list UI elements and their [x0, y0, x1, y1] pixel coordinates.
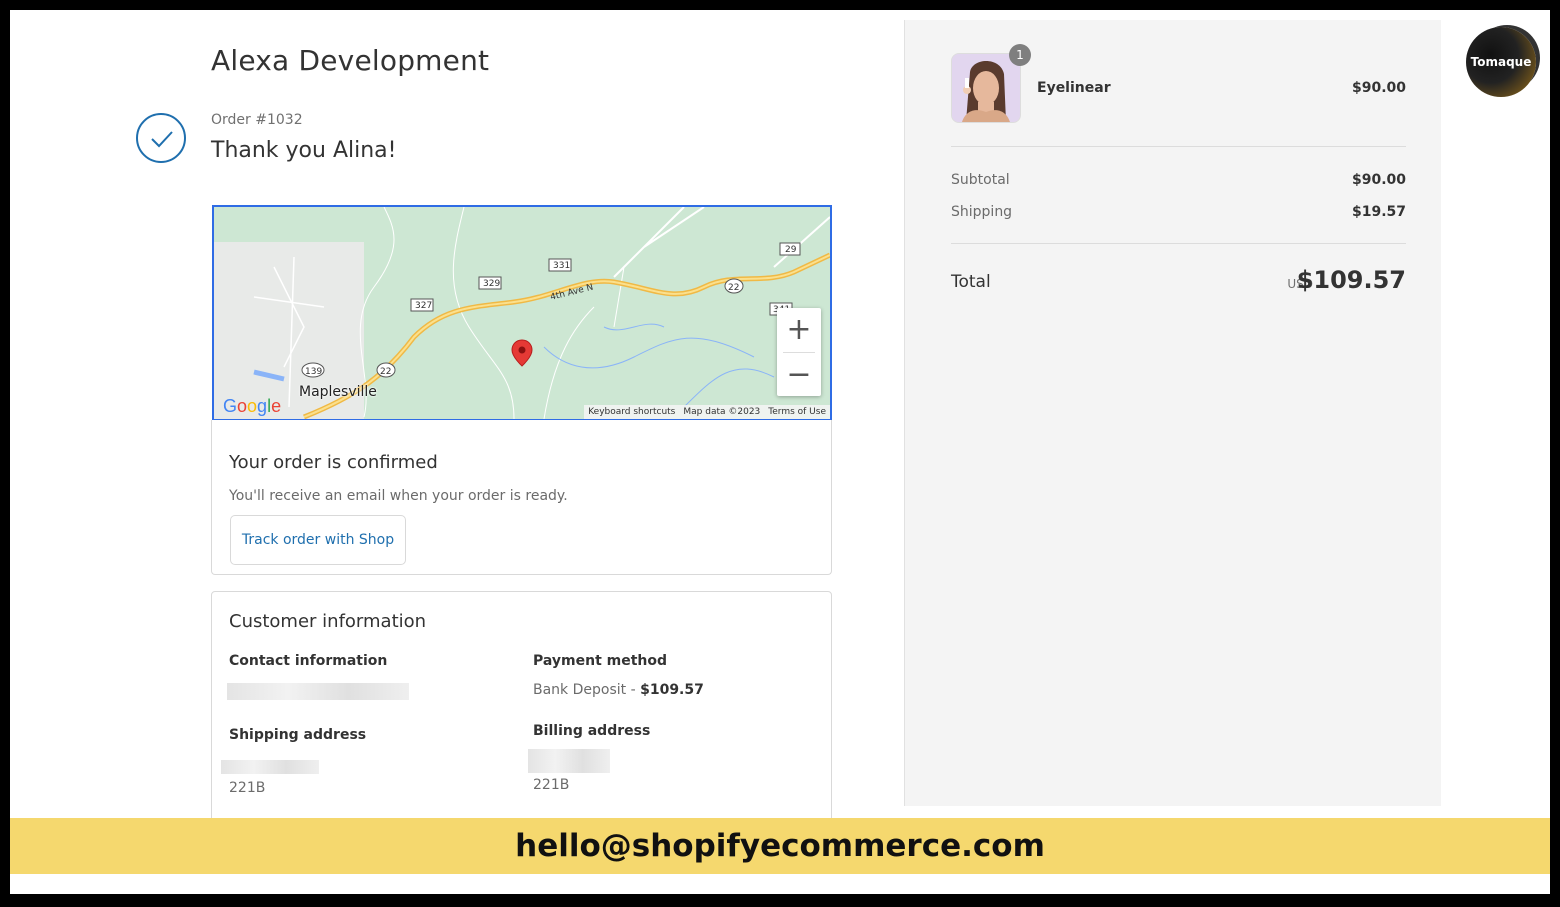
map-route-shield: 22: [728, 283, 739, 293]
order-confirmed-card: Your order is confirmed You'll receive a…: [211, 420, 832, 575]
confirmed-message: You'll receive an email when your order …: [229, 488, 568, 504]
terms-of-use-link[interactable]: Terms of Use: [768, 407, 826, 417]
contact-redacted: [227, 683, 409, 700]
payment-method-value: Bank Deposit - $109.57: [533, 682, 704, 698]
zoom-in-button[interactable]: +: [777, 308, 821, 352]
contact-email[interactable]: hello@shopifyecommerce.com: [515, 828, 1045, 864]
map-town-label: Maplesville: [299, 384, 377, 400]
confirmed-heading: Your order is confirmed: [229, 452, 438, 473]
google-logo: Google: [223, 396, 282, 416]
shipping-address-line: 221B: [229, 780, 266, 796]
total-value: $109.57: [1296, 266, 1406, 294]
shipping-label: Shipping: [951, 204, 1013, 220]
payment-method-label: Payment method: [533, 653, 668, 669]
contact-info-label: Contact information: [229, 653, 388, 669]
subtotal-label: Subtotal: [951, 172, 1010, 188]
map-zoom-control: + −: [777, 308, 821, 396]
billing-name-redacted: [528, 749, 610, 773]
map-route-shield: 329: [483, 279, 500, 289]
order-number: Order #1032: [211, 112, 303, 128]
customer-info-heading: Customer information: [229, 611, 427, 632]
checkout-page: Alexa Development Order #1032 Thank you …: [10, 10, 1550, 894]
location-pin-icon: [511, 339, 533, 371]
keyboard-shortcuts-link[interactable]: Keyboard shortcuts: [588, 407, 675, 417]
delivery-map[interactable]: 331 329 327 29 341 22 22 139 4th Ave N M…: [212, 205, 832, 421]
order-summary-panel: 1 Eyelinear $90.00 Subtotal $90.00 Shipp…: [904, 20, 1441, 806]
product-name: Eyelinear: [1037, 80, 1111, 96]
divider: [951, 146, 1406, 147]
map-route-shield: 29: [785, 245, 797, 255]
quantity-badge: 1: [1009, 44, 1031, 66]
billing-address-label: Billing address: [533, 723, 651, 739]
product-price: $90.00: [1351, 80, 1406, 96]
map-route-shield: 22: [380, 367, 391, 377]
shipping-value: $19.57: [1351, 204, 1406, 220]
thank-you-heading: Thank you Alina!: [211, 138, 397, 163]
map-footer: Keyboard shortcuts Map data ©2023 Terms …: [584, 405, 830, 419]
shipping-name-redacted: [221, 760, 319, 774]
divider: [951, 243, 1406, 244]
store-title[interactable]: Alexa Development: [211, 44, 489, 77]
map-route-shield: 331: [553, 261, 570, 271]
contact-banner: hello@shopifyecommerce.com: [10, 818, 1550, 874]
map-route-shield: 139: [305, 367, 322, 377]
brand-logo: Tomaque: [1466, 27, 1536, 97]
customer-information-card: Customer information Contact information…: [211, 591, 832, 831]
shipping-address-label: Shipping address: [229, 727, 367, 743]
billing-address-line: 221B: [533, 777, 570, 793]
zoom-out-button[interactable]: −: [777, 353, 821, 397]
check-circle-icon: [136, 113, 186, 163]
subtotal-value: $90.00: [1351, 172, 1406, 188]
map-data-credit: Map data ©2023: [683, 407, 761, 417]
map-route-shield: 327: [415, 301, 432, 311]
track-order-button[interactable]: Track order with Shop: [230, 515, 406, 565]
product-thumbnail: [951, 53, 1021, 123]
total-label: Total: [951, 272, 991, 292]
